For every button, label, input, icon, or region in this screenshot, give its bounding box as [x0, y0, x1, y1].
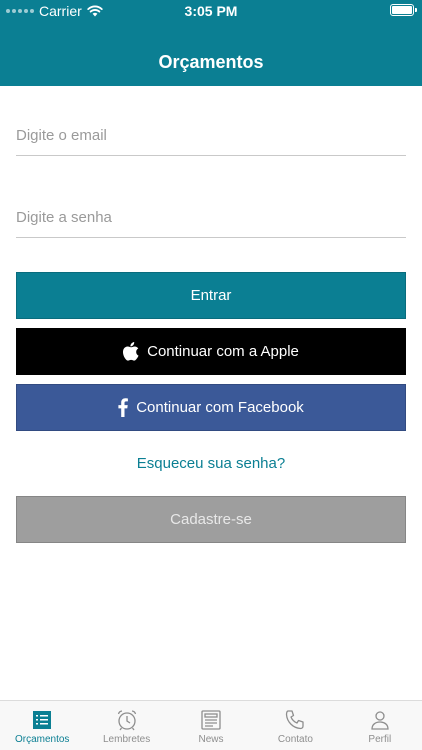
tab-perfil[interactable]: Perfil — [338, 701, 422, 750]
forgot-password-link[interactable]: Esqueceu sua senha? — [0, 455, 422, 472]
tab-orcamentos[interactable]: Orçamentos — [0, 701, 84, 750]
tab-label: Orçamentos — [14, 734, 70, 745]
tab-label: News — [198, 734, 224, 745]
apple-login-label: Continuar com a Apple — [147, 343, 299, 360]
battery-icon — [390, 4, 417, 16]
tab-label: Lembretes — [102, 734, 151, 745]
list-icon — [33, 711, 52, 729]
header: Carrier 3:05 PM Orçamentos — [0, 0, 422, 86]
apple-login-button[interactable]: Continuar com a Apple — [16, 328, 406, 375]
tab-contato[interactable]: Contato — [253, 701, 337, 750]
facebook-icon — [118, 398, 129, 417]
facebook-login-button[interactable]: Continuar com Facebook — [16, 384, 406, 431]
signup-button[interactable]: Cadastre-se — [16, 496, 406, 543]
password-field[interactable] — [16, 198, 406, 238]
phone-icon — [286, 710, 305, 730]
tab-news[interactable]: News — [169, 701, 253, 750]
status-time: 3:05 PM — [184, 3, 238, 19]
status-bar: Carrier 3:05 PM — [0, 0, 422, 22]
page-title: Orçamentos — [158, 52, 264, 72]
login-button-label: Entrar — [190, 287, 232, 304]
tab-label: Perfil — [368, 734, 392, 745]
person-icon — [371, 711, 389, 730]
login-button[interactable]: Entrar — [16, 272, 406, 319]
apple-icon — [123, 342, 139, 361]
tab-bar: Orçamentos Lembretes News Contato Perfil — [0, 700, 422, 750]
signup-button-label: Cadastre-se — [170, 511, 252, 528]
newspaper-icon — [201, 710, 221, 730]
facebook-login-label: Continuar com Facebook — [136, 399, 304, 416]
alarm-clock-icon — [117, 710, 136, 731]
tab-lembretes[interactable]: Lembretes — [84, 701, 168, 750]
email-field[interactable] — [16, 116, 406, 156]
tab-label: Contato — [277, 734, 313, 745]
